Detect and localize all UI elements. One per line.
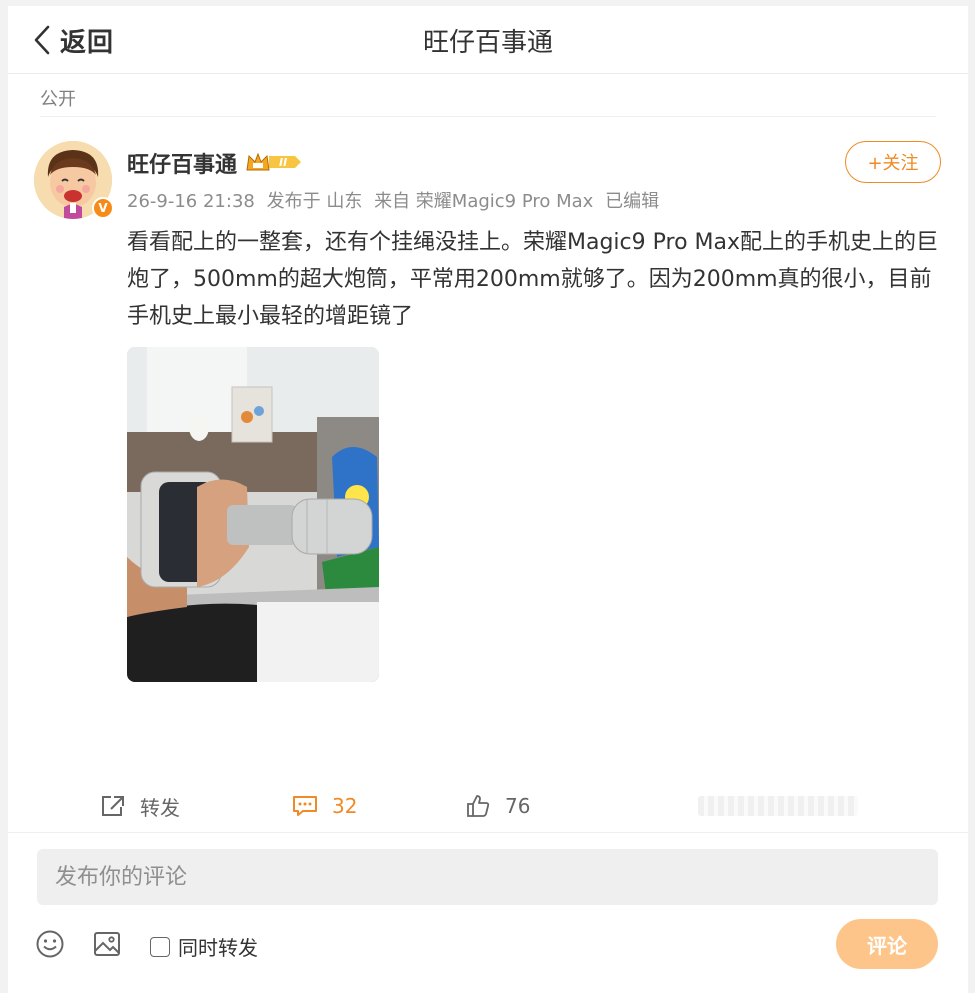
repost-button[interactable]: 转发 [100,786,180,826]
divider [8,832,968,833]
visibility-label: 公开 [40,89,76,110]
divider [40,116,936,117]
post-location: 发布于 山东 [266,191,363,212]
like-button[interactable]: 76 [465,786,530,826]
author-name[interactable]: 旺仔百事通 [127,147,237,179]
post-meta: 26-9-16 21:38 发布于 山东 来自 荣耀Magic9 Pro Max… [127,187,665,213]
comment-icon [293,796,317,816]
action-bar: 转发 32 76 [8,786,968,826]
post-time: 26-9-16 21:38 [127,191,255,212]
checkbox-box[interactable] [150,936,170,957]
top-bar: 返回 旺仔百事通 [8,6,968,74]
post-detail-card: 返回 旺仔百事通 公开 V 旺仔百事通 II +关注 26-9-16 21:38… [8,6,968,993]
follow-button[interactable]: +关注 [845,141,941,183]
post-image[interactable] [127,347,379,682]
comment-button[interactable]: 32 [292,786,357,826]
also-repost-checkbox[interactable]: 同时转发 [150,932,258,961]
image-upload-icon[interactable] [92,929,122,959]
post-source: 来自 荣耀Magic9 Pro Max [374,191,594,212]
verified-badge: V [92,197,114,219]
comment-input[interactable] [37,849,938,905]
like-count: 76 [505,794,531,818]
comment-count: 32 [332,794,358,818]
emoji-icon[interactable] [35,929,65,959]
submit-comment-button[interactable]: 评论 [836,919,938,969]
share-icon [102,796,124,816]
blurred-text [698,796,858,816]
edited-label: 已编辑 [605,191,660,212]
thumbs-up-icon [467,795,490,817]
phone-camera-photo-icon [127,347,379,682]
page-title: 旺仔百事通 [422,28,553,58]
crown-level-badge-icon: II [246,152,301,171]
level-text: II [279,156,287,169]
repost-label: 转发 [140,795,180,820]
post-text: 看看配上的一整套，还有个挂绳没挂上。荣耀Magic9 Pro Max配上的手机史… [127,230,939,329]
avatar[interactable]: V [34,141,114,219]
also-repost-label: 同时转发 [178,936,258,960]
